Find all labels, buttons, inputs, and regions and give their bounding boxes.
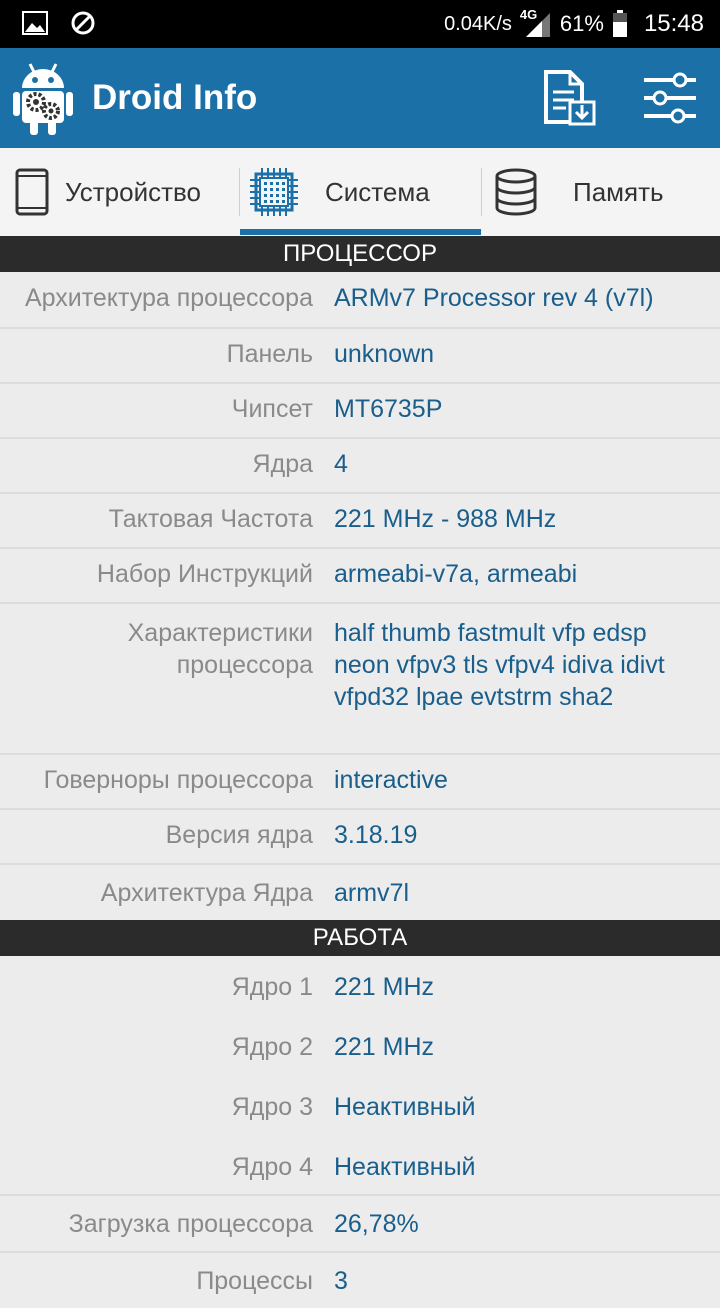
table-row: Чипсет MT6735P bbox=[0, 384, 720, 439]
core-value: 221 MHz bbox=[334, 1033, 435, 1061]
system-info-list[interactable]: ПРОЦЕССОР Архитектура процессора ARMv7 P… bbox=[0, 236, 720, 1308]
table-row: Набор Инструкций armeabi-v7a, armeabi bbox=[0, 549, 720, 604]
row-label: Панель bbox=[226, 340, 313, 368]
row-value: 221 MHz - 988 MHz bbox=[334, 505, 557, 533]
android-logo-icon bbox=[13, 63, 73, 135]
core-label: Ядро 4 bbox=[231, 1153, 313, 1181]
tab-divider bbox=[481, 168, 482, 216]
app-bar: Droid Info bbox=[0, 48, 720, 148]
row-value: 4 bbox=[334, 450, 348, 478]
active-tab-indicator bbox=[240, 229, 481, 235]
database-icon bbox=[495, 168, 537, 216]
tab-system[interactable]: Система bbox=[250, 148, 430, 236]
tab-memory[interactable]: Память bbox=[494, 148, 664, 236]
row-label: Архитектура Ядра bbox=[100, 879, 313, 907]
table-row: Загрузка процессора 26,78% bbox=[0, 1196, 720, 1253]
tab-memory-label: Память bbox=[573, 176, 664, 207]
row-value: armv7l bbox=[334, 879, 410, 907]
signal-icon: 4G bbox=[520, 7, 552, 39]
core-label: Ядро 1 bbox=[231, 973, 313, 1001]
app-title: Droid Info bbox=[92, 78, 258, 117]
row-label: Ядра bbox=[252, 450, 313, 478]
row-value: MT6735P bbox=[334, 395, 443, 423]
image-notification-icon bbox=[22, 11, 48, 35]
row-label: Архитектура процессора bbox=[24, 284, 313, 312]
row-value: interactive bbox=[334, 766, 448, 794]
row-value: 3.18.19 bbox=[334, 821, 418, 849]
row-value: ARMv7 Processor rev 4 (v7l) bbox=[334, 284, 654, 312]
core-frequency-group: Ядро 1 221 MHz Ядро 2 221 MHz Ядро 3 Неа… bbox=[0, 956, 720, 1196]
row-label: Говерноры процессора bbox=[43, 766, 313, 794]
row-value: unknown bbox=[334, 340, 435, 368]
row-label: Процессы bbox=[196, 1267, 313, 1295]
section-header-processor: ПРОЦЕССОР bbox=[0, 236, 720, 272]
core-label: Ядро 2 bbox=[231, 1033, 313, 1061]
row-label: Чипсет bbox=[231, 395, 313, 423]
core-value: Неактивный bbox=[334, 1093, 476, 1121]
table-row: Ядра 4 bbox=[0, 439, 720, 494]
core-value: 221 MHz bbox=[334, 973, 435, 1001]
status-bar: 0.04K/s 4G 61% 15:48 bbox=[0, 0, 720, 48]
table-row: Тактовая Частота 221 MHz - 988 MHz bbox=[0, 494, 720, 549]
tab-divider bbox=[239, 168, 240, 216]
table-row: Архитектура процессора ARMv7 Processor r… bbox=[0, 272, 720, 329]
core-row: Ядро 3 Неактивный bbox=[0, 1091, 720, 1151]
tab-device-label: Устройство bbox=[65, 176, 202, 207]
tab-bar: Устройство Система Память bbox=[0, 148, 720, 237]
row-label: Загрузка процессора bbox=[68, 1210, 313, 1238]
row-label: Тактовая Частота bbox=[108, 505, 313, 533]
export-report-icon[interactable] bbox=[540, 70, 598, 126]
tab-device[interactable]: Устройство bbox=[14, 148, 201, 236]
row-label: Версия ядра bbox=[165, 821, 313, 849]
core-row: Ядро 1 221 MHz bbox=[0, 971, 720, 1031]
battery-icon bbox=[612, 10, 627, 37]
settings-sliders-icon[interactable] bbox=[642, 72, 698, 124]
table-row: Панель unknown bbox=[0, 329, 720, 384]
table-row: Говерноры процессора interactive bbox=[0, 755, 720, 810]
clock: 15:48 bbox=[643, 10, 704, 37]
tab-system-label: Система bbox=[325, 176, 430, 207]
row-label: Набор Инструкций bbox=[96, 560, 313, 588]
row-value: armeabi-v7a, armeabi bbox=[334, 560, 578, 588]
table-row: Характеристики процессора half thumb fas… bbox=[0, 604, 720, 755]
network-speed: 0.04K/s bbox=[444, 12, 512, 35]
section-header-work: РАБОТА bbox=[0, 920, 720, 956]
core-row: Ядро 4 Неактивный bbox=[0, 1151, 720, 1196]
row-value: 3 bbox=[334, 1267, 348, 1295]
row-value: half thumb fastmult vfp edsp neon vfpv3 … bbox=[334, 619, 665, 711]
row-value: 26,78% bbox=[334, 1210, 419, 1238]
table-row: Архитектура Ядра armv7l bbox=[0, 865, 720, 920]
battery-percent: 61% bbox=[559, 11, 604, 36]
row-label: Характеристики процессора bbox=[127, 619, 313, 679]
phone-icon bbox=[15, 168, 49, 216]
cpu-chip-icon bbox=[250, 168, 298, 216]
table-row: Процессы 3 bbox=[0, 1253, 720, 1308]
core-label: Ядро 3 bbox=[231, 1093, 313, 1121]
core-value: Неактивный bbox=[334, 1153, 476, 1181]
table-row: Версия ядра 3.18.19 bbox=[0, 810, 720, 865]
core-row: Ядро 2 221 MHz bbox=[0, 1031, 720, 1091]
block-icon bbox=[71, 11, 95, 35]
